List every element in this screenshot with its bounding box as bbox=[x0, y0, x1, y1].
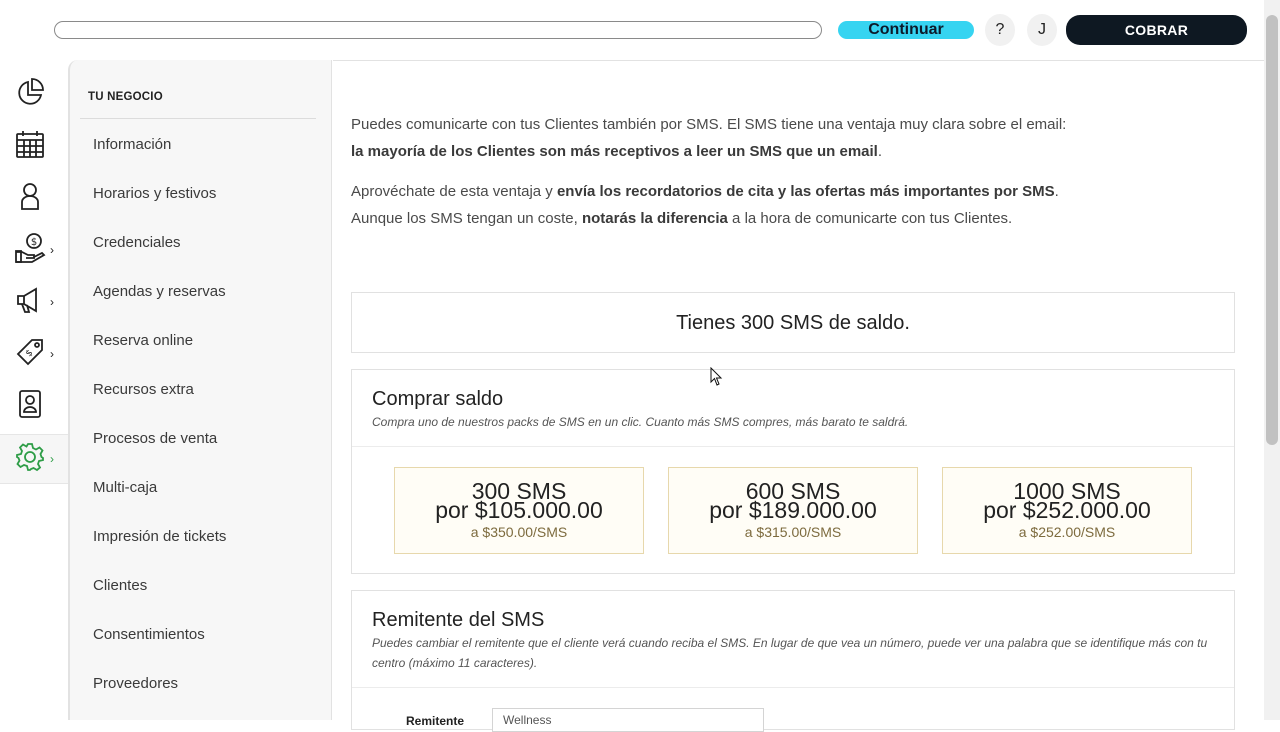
sidebar-item-clientes[interactable]: Clientes bbox=[93, 577, 147, 594]
sms-packs: 300 SMS por $105.000.00 a $350.00/SMS 60… bbox=[352, 447, 1234, 573]
intro-paragraph-2: Aprovéchate de esta ventaja y envía los … bbox=[351, 183, 1059, 227]
calendar-icon bbox=[14, 128, 46, 165]
pack-price: por $189.000.00 bbox=[709, 497, 877, 523]
pack-unit-price: a $252.00/SMS bbox=[1018, 524, 1116, 540]
gear-icon bbox=[14, 441, 46, 478]
pack-unit-price: a $350.00/SMS bbox=[470, 524, 568, 540]
sms-pack-300[interactable]: 300 SMS por $105.000.00 a $350.00/SMS bbox=[394, 467, 644, 554]
sender-card: Remitente del SMS Puedes cambiar el remi… bbox=[351, 590, 1235, 732]
chevron-right-icon: › bbox=[50, 347, 54, 361]
sidebar-section-title: TU NEGOCIO bbox=[88, 91, 163, 103]
chevron-right-icon: › bbox=[50, 243, 54, 257]
search-input[interactable] bbox=[54, 21, 822, 39]
sms-balance-box: Tienes 300 SMS de saldo. bbox=[351, 292, 1235, 353]
megaphone-icon bbox=[14, 284, 46, 321]
chevron-right-icon: › bbox=[50, 452, 54, 466]
top-bar: Continuar ? J COBRAR bbox=[0, 0, 1264, 60]
icon-rail: $ › › $ › › bbox=[0, 62, 68, 720]
pack-unit-price: a $315.00/SMS bbox=[744, 524, 842, 540]
buy-credit-title: Comprar saldo bbox=[372, 388, 504, 410]
main-content: Puedes comunicarte con tus Clientes tamb… bbox=[333, 60, 1264, 732]
sidebar-item-procesos[interactable]: Procesos de venta bbox=[93, 430, 217, 447]
pie-chart-icon bbox=[14, 76, 46, 113]
sender-title: Remitente del SMS bbox=[372, 609, 545, 631]
sender-subtitle: Puedes cambiar el remitente que el clien… bbox=[372, 636, 1208, 670]
chevron-right-icon: › bbox=[50, 295, 54, 309]
sidebar-item-consentimientos[interactable]: Consentimientos bbox=[93, 626, 205, 643]
intro-paragraph-1: Puedes comunicarte con tus Clientes tamb… bbox=[351, 116, 1067, 160]
sidebar-item-recursos[interactable]: Recursos extra bbox=[93, 381, 194, 398]
rail-item-dashboard[interactable] bbox=[0, 70, 68, 118]
sidebar-item-multicaja[interactable]: Multi-caja bbox=[93, 479, 157, 496]
rail-item-finance[interactable]: $ › bbox=[0, 226, 68, 274]
sidebar-item-proveedores[interactable]: Proveedores bbox=[93, 675, 178, 692]
buy-credit-card: Comprar saldo Compra uno de nuestros pac… bbox=[351, 369, 1235, 574]
scrollbar-thumb[interactable] bbox=[1266, 15, 1278, 445]
sidebar-item-credenciales[interactable]: Credenciales bbox=[93, 234, 181, 251]
rail-item-staff[interactable] bbox=[0, 382, 68, 430]
sidebar-item-reserva-online[interactable]: Reserva online bbox=[93, 332, 193, 349]
person-icon bbox=[14, 180, 46, 217]
rail-item-clients[interactable] bbox=[0, 174, 68, 222]
rail-item-promotions[interactable]: $ › bbox=[0, 330, 68, 378]
rail-item-marketing[interactable]: › bbox=[0, 278, 68, 326]
contact-card-icon bbox=[14, 388, 46, 425]
pack-price: por $105.000.00 bbox=[435, 497, 603, 523]
sidebar-item-informacion[interactable]: Información bbox=[93, 136, 171, 153]
continue-button[interactable]: Continuar bbox=[838, 21, 974, 39]
help-button[interactable]: ? bbox=[985, 14, 1015, 46]
mouse-cursor-icon bbox=[710, 367, 723, 386]
charge-button[interactable]: COBRAR bbox=[1066, 15, 1247, 45]
sender-input[interactable]: Wellness bbox=[492, 708, 764, 732]
settings-sidebar: TU NEGOCIO Información Horarios y festiv… bbox=[68, 60, 332, 720]
buy-credit-subtitle: Compra uno de nuestros packs de SMS en u… bbox=[372, 415, 909, 429]
sender-header: Remitente del SMS Puedes cambiar el remi… bbox=[352, 591, 1234, 688]
rail-item-calendar[interactable] bbox=[0, 122, 68, 170]
pack-price: por $252.000.00 bbox=[983, 497, 1151, 523]
sidebar-item-impresion[interactable]: Impresión de tickets bbox=[93, 528, 226, 545]
sidebar-item-horarios[interactable]: Horarios y festivos bbox=[93, 185, 216, 202]
buy-credit-header: Comprar saldo Compra uno de nuestros pac… bbox=[352, 370, 1234, 447]
sms-pack-600[interactable]: 600 SMS por $189.000.00 a $315.00/SMS bbox=[668, 467, 918, 554]
user-avatar-button[interactable]: J bbox=[1027, 14, 1057, 46]
sidebar-item-agendas[interactable]: Agendas y reservas bbox=[93, 283, 226, 300]
svg-text:$: $ bbox=[31, 237, 37, 248]
money-hand-icon: $ bbox=[14, 232, 46, 269]
sms-pack-1000[interactable]: 1000 SMS por $252.000.00 a $252.00/SMS bbox=[942, 467, 1192, 554]
rail-item-settings[interactable]: › bbox=[0, 434, 68, 484]
tags-icon: $ bbox=[14, 336, 46, 373]
sidebar-divider bbox=[80, 118, 316, 119]
sender-field-label: Remitente bbox=[406, 714, 465, 728]
